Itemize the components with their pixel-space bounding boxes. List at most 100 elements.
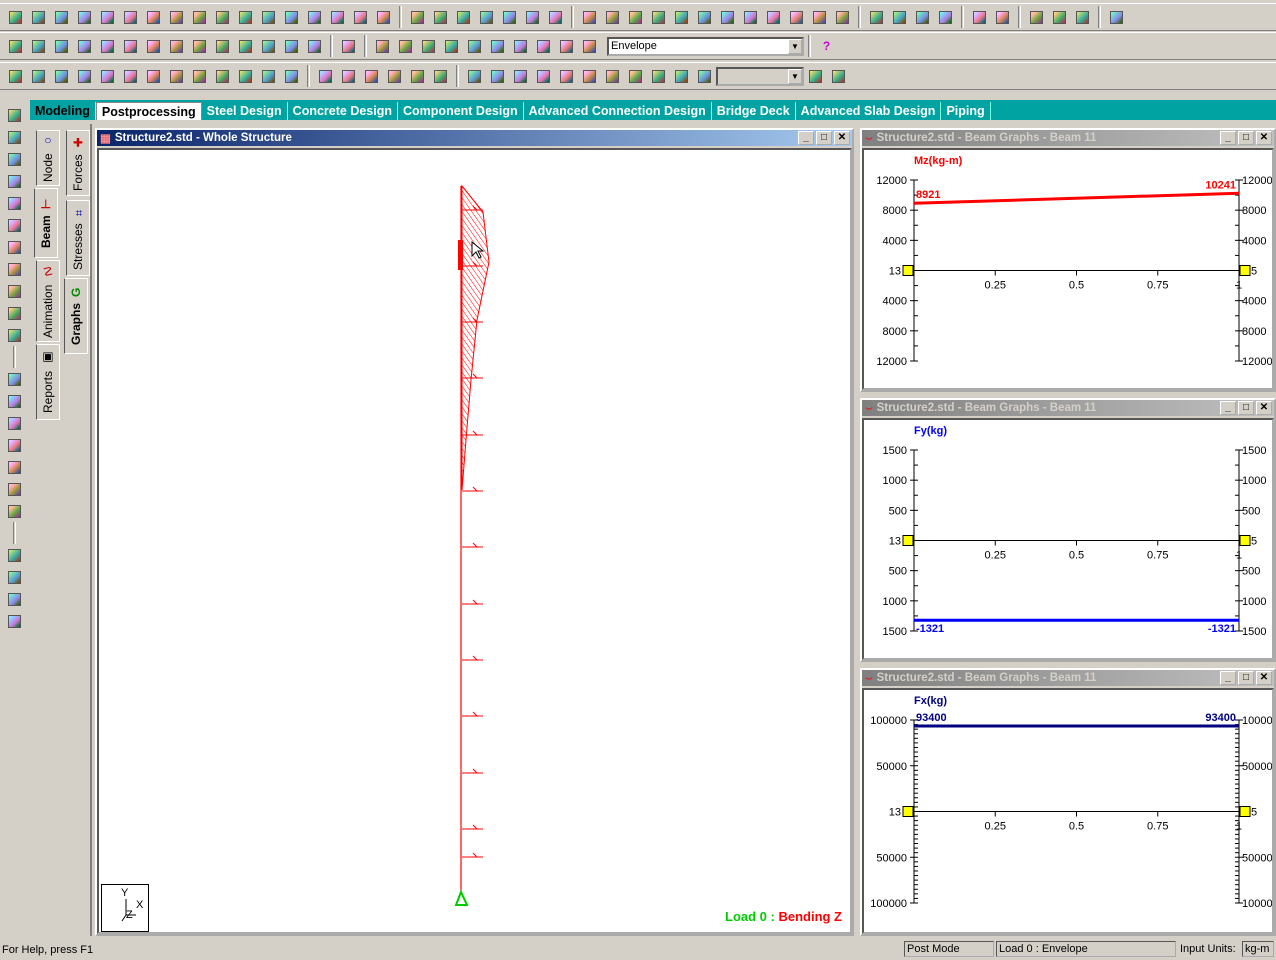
tab-node[interactable]: Node ○ xyxy=(36,130,60,186)
new-file-button[interactable] xyxy=(6,7,26,27)
arc-button[interactable] xyxy=(970,7,990,27)
graph6-button[interactable] xyxy=(5,479,25,499)
axes-button[interactable] xyxy=(362,66,382,86)
tab-steel-design[interactable]: Steel Design xyxy=(202,102,288,120)
tab-animation[interactable]: Animation ☡ xyxy=(36,260,60,342)
minimize-button[interactable]: _ xyxy=(1220,131,1236,145)
fx-button[interactable] xyxy=(465,66,485,86)
solid-select-button[interactable] xyxy=(75,66,95,86)
grid-button[interactable] xyxy=(408,66,428,86)
annotate-button[interactable] xyxy=(810,7,830,27)
node-select-button[interactable] xyxy=(52,66,72,86)
magnify-button[interactable] xyxy=(557,36,577,56)
graph5-button[interactable] xyxy=(5,457,25,477)
structure-button[interactable] xyxy=(1027,7,1047,27)
cut-button[interactable] xyxy=(121,7,141,27)
tab-beam[interactable]: Beam ⊢ xyxy=(34,188,58,258)
tab-concrete-design[interactable]: Concrete Design xyxy=(288,102,399,120)
zoom-dynamic-button[interactable] xyxy=(419,36,439,56)
tool1-button[interactable] xyxy=(5,545,25,565)
select-supports-button[interactable] xyxy=(5,259,25,279)
minimize-button[interactable]: _ xyxy=(798,131,814,145)
shape1-button[interactable] xyxy=(603,66,623,86)
print-current-button[interactable] xyxy=(454,7,474,27)
iso-view-4-button[interactable] xyxy=(75,36,95,56)
select-all-button[interactable] xyxy=(5,325,25,345)
select-parallel-button[interactable] xyxy=(5,303,25,323)
tab-stresses[interactable]: Stresses ⌗ xyxy=(66,200,90,276)
close-button[interactable]: ✕ xyxy=(834,131,850,145)
paste-button[interactable] xyxy=(144,7,164,27)
start-node-marker[interactable] xyxy=(902,535,914,546)
iso-view-1-button[interactable] xyxy=(6,36,26,56)
select-loads-button[interactable] xyxy=(5,281,25,301)
select-nodes-button[interactable] xyxy=(5,105,25,125)
grid-select-button[interactable] xyxy=(121,66,141,86)
open-folder-button[interactable] xyxy=(52,7,72,27)
distance-button[interactable] xyxy=(649,7,669,27)
graph-plot-area[interactable]: Fx(kg)1000001000005000050000500005000010… xyxy=(862,688,1274,934)
refresh-view-button[interactable] xyxy=(385,66,405,86)
select-geometry-button[interactable] xyxy=(5,237,25,257)
select-view-button[interactable] xyxy=(305,36,325,56)
delete-button[interactable] xyxy=(167,7,187,27)
undo-button[interactable] xyxy=(190,7,210,27)
graph2-button[interactable] xyxy=(5,391,25,411)
iso-view-2-button[interactable] xyxy=(29,36,49,56)
select-button[interactable] xyxy=(741,7,761,27)
graph1-button[interactable] xyxy=(5,369,25,389)
rotate2-button[interactable] xyxy=(890,7,910,27)
display-window-button[interactable] xyxy=(339,36,359,56)
maximize-button[interactable]: □ xyxy=(816,131,832,145)
end-node-marker[interactable] xyxy=(1239,535,1251,546)
length-button[interactable] xyxy=(718,7,738,27)
labels-button[interactable] xyxy=(626,7,646,27)
iso-view-3-button[interactable] xyxy=(52,36,72,56)
memo-button[interactable] xyxy=(328,7,348,27)
tool4-button[interactable] xyxy=(5,611,25,631)
select-pointer-button[interactable] xyxy=(5,127,25,147)
zoom-in-button[interactable] xyxy=(373,36,393,56)
fz-button[interactable] xyxy=(511,66,531,86)
sphere-button[interactable] xyxy=(259,66,279,86)
copy-picture-button[interactable] xyxy=(98,7,118,27)
iso-view-5-button[interactable] xyxy=(98,36,118,56)
page-button[interactable] xyxy=(580,7,600,27)
maximize-button[interactable]: □ xyxy=(1238,671,1254,685)
export-button[interactable] xyxy=(500,7,520,27)
table3-button[interactable] xyxy=(190,66,210,86)
zoom-out-button[interactable] xyxy=(442,36,462,56)
symbols-button[interactable] xyxy=(1050,7,1070,27)
result-select[interactable]: ▼ xyxy=(716,66,804,86)
cursor-button[interactable] xyxy=(316,66,336,86)
pan-button[interactable] xyxy=(936,7,956,27)
tab-modeling[interactable]: Modeling xyxy=(30,102,96,120)
graph3-button[interactable] xyxy=(5,413,25,433)
print-preview-button[interactable] xyxy=(431,7,451,27)
diagram-button[interactable] xyxy=(993,7,1013,27)
tab-advanced-slab-design[interactable]: Advanced Slab Design xyxy=(796,102,942,120)
shape3-button[interactable] xyxy=(649,66,669,86)
zoom-rotate-button[interactable] xyxy=(913,7,933,27)
redo-button[interactable] xyxy=(236,7,256,27)
select-members-button[interactable] xyxy=(5,215,25,235)
dimension-button[interactable] xyxy=(603,7,623,27)
plug-button[interactable] xyxy=(1107,7,1127,27)
tab-component-design[interactable]: Component Design xyxy=(398,102,524,120)
tool3-button[interactable] xyxy=(5,589,25,609)
start-node-marker[interactable] xyxy=(902,806,914,817)
open-file-button[interactable] xyxy=(29,7,49,27)
tab-postprocessing[interactable]: Postprocessing xyxy=(95,102,202,120)
zoom-all-button[interactable] xyxy=(465,36,485,56)
zoom-window-button[interactable] xyxy=(396,36,416,56)
my-button[interactable] xyxy=(557,66,577,86)
tab-bridge-deck[interactable]: Bridge Deck xyxy=(712,102,796,120)
preview-report-button[interactable] xyxy=(546,7,566,27)
shading-button[interactable] xyxy=(580,36,600,56)
maximize-button[interactable]: □ xyxy=(1238,401,1254,415)
help-button[interactable]: ? xyxy=(817,36,837,56)
query-button[interactable] xyxy=(829,66,849,86)
node-label-button[interactable] xyxy=(695,7,715,27)
graph4-button[interactable] xyxy=(5,435,25,455)
cursor2-button[interactable] xyxy=(339,66,359,86)
